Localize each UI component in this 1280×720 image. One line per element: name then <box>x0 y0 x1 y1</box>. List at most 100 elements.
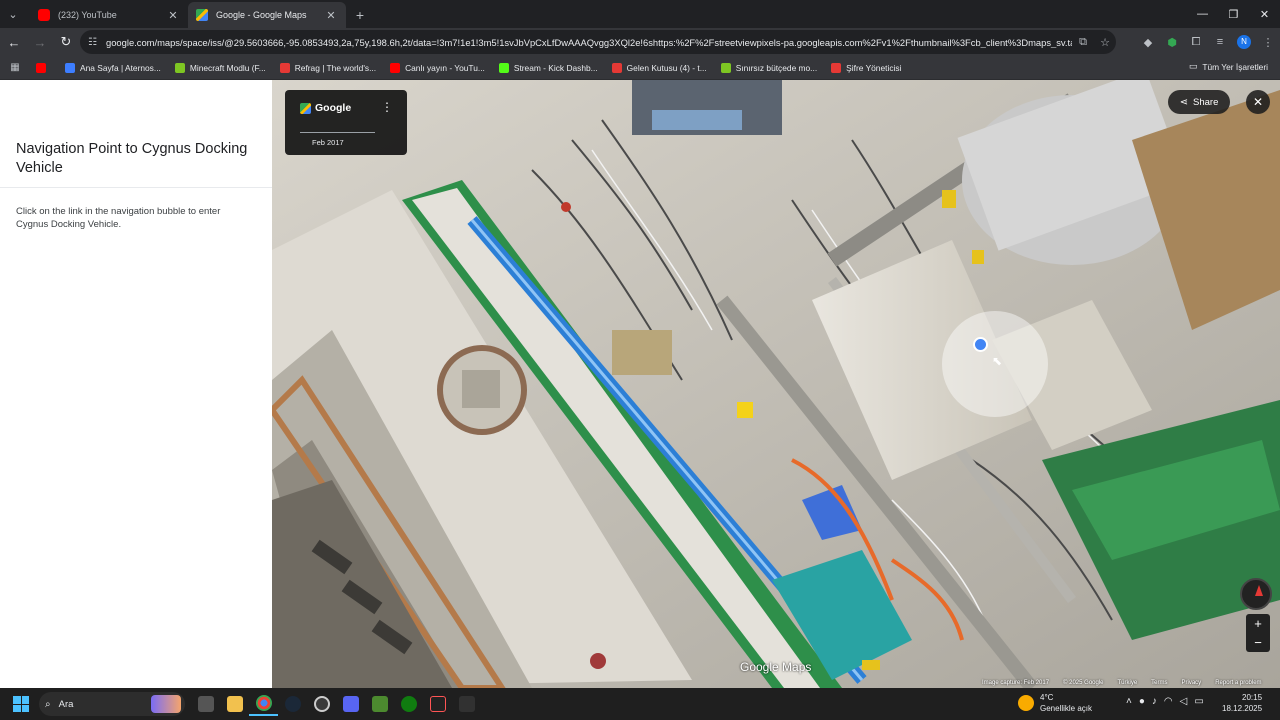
steam-icon[interactable] <box>278 692 307 716</box>
back-icon[interactable]: ← <box>2 30 26 54</box>
region-link[interactable]: Türkiye <box>1118 680 1138 688</box>
close-window-icon[interactable]: ✕ <box>1249 0 1280 28</box>
zoom-in-button[interactable]: + <box>1246 614 1270 633</box>
imagery-info-card[interactable]: Google ⋮ Feb 2017 <box>285 90 407 155</box>
system-clock[interactable]: 20:15 18.12.2025 <box>1222 692 1262 714</box>
attribution-bar: Image capture: Feb 2017 © 2025 Google Tü… <box>982 680 1262 688</box>
youtube-icon <box>38 9 50 21</box>
navigation-point-marker[interactable] <box>973 337 988 352</box>
weather-widget[interactable]: 4°C Genellikle açık <box>1018 692 1092 714</box>
extension-shield-icon[interactable]: ⬢ <box>1160 36 1184 49</box>
compass-needle <box>1255 585 1263 596</box>
bookmark-favicon-icon <box>720 62 731 73</box>
forward-icon[interactable]: → <box>28 30 52 54</box>
file-explorer-icon[interactable] <box>220 692 249 716</box>
bookmark-item[interactable]: Stream - Kick Dashb... <box>498 62 598 73</box>
bookmark-item[interactable]: Ana Sayfa | Aternos... <box>65 62 161 73</box>
bookmark-star-icon[interactable]: ☆ <box>1094 36 1116 49</box>
terminal-icon[interactable] <box>423 692 452 716</box>
bookmark-label: Minecraft Modlu (F... <box>189 62 266 73</box>
bookmark-item[interactable]: Sınırsız bütçede mo... <box>720 62 817 73</box>
bookmark-favicon-icon <box>65 62 75 73</box>
wifi-icon[interactable]: ◠ <box>1164 696 1173 707</box>
folder-icon: ▭ <box>1188 61 1198 71</box>
bookmark-label: Gelen Kutusu (4) - t... <box>626 62 707 73</box>
share-label: Share <box>1193 96 1219 108</box>
menu-kebab-icon[interactable]: ⋮ <box>1256 36 1280 49</box>
bookmark-label: Canlı yayın - YouTu... <box>405 62 485 73</box>
extensions-area: ◆ ⬢ ⧠ ≡ N ⋮ <box>1136 28 1280 56</box>
tab-search-chevron-icon[interactable]: ⌄ <box>0 0 26 28</box>
bookmark-label: Refrag | The world's... <box>294 62 377 73</box>
zoom-control: + − <box>1246 614 1270 652</box>
extensions-puzzle-icon[interactable]: ⧠ <box>1184 36 1208 49</box>
apps-grid-icon[interactable]: ▦ <box>2 62 28 73</box>
image-capture-credit: Image capture: Feb 2017 <box>982 680 1050 686</box>
minecraft-icon[interactable] <box>365 692 394 716</box>
bookmark-item[interactable]: Minecraft Modlu (F... <box>174 62 266 73</box>
close-street-view-icon[interactable]: ✕ <box>1246 90 1270 114</box>
terms-link[interactable]: Terms <box>1151 680 1167 688</box>
extension-diamond-icon[interactable]: ◆ <box>1136 36 1160 49</box>
bookmark-item[interactable]: Refrag | The world's... <box>279 62 377 73</box>
epic-games-icon[interactable] <box>452 692 481 716</box>
obs-icon[interactable] <box>307 692 336 716</box>
reload-icon[interactable]: ↻ <box>54 30 78 54</box>
install-app-icon[interactable]: ⧉ <box>1072 36 1094 49</box>
battery-icon[interactable]: ▭ <box>1194 696 1203 707</box>
media-control-icon[interactable]: ≡ <box>1208 36 1232 48</box>
share-icon: ⋖ <box>1179 96 1189 108</box>
zoom-out-button[interactable]: − <box>1246 633 1270 652</box>
bookmark-item[interactable]: Canlı yayın - YouTu... <box>390 62 485 73</box>
bookmark-favicon-icon <box>831 62 842 73</box>
capture-date: Feb 2017 <box>312 138 344 147</box>
divider <box>0 187 272 188</box>
google-maps-pin-icon <box>300 103 311 114</box>
volume-icon[interactable]: ◁ <box>1180 696 1188 707</box>
discord-icon[interactable] <box>336 692 365 716</box>
address-bar[interactable]: ☷ google.com/maps/space/iss/@29.5603666,… <box>80 30 1116 54</box>
search-label: Ara <box>58 698 74 710</box>
chrome-icon[interactable] <box>249 692 278 716</box>
close-tab-icon[interactable]: ✕ <box>324 9 338 22</box>
profile-avatar[interactable]: N <box>1237 35 1251 49</box>
google-maps-watermark: Google Maps <box>740 660 812 674</box>
new-tab-button[interactable]: + <box>346 2 374 28</box>
divider <box>300 132 375 133</box>
bookmark-item[interactable]: Şifre Yöneticisi <box>831 62 902 73</box>
bookmarks-bar: ▦ Ana Sayfa | Aternos... Minecraft Modlu … <box>0 56 1280 80</box>
privacy-link[interactable]: Privacy <box>1182 680 1202 688</box>
share-button[interactable]: ⋖ Share <box>1168 90 1230 114</box>
report-problem-link[interactable]: Report a problem <box>1215 680 1261 688</box>
tab-title: (232) YouTube <box>58 10 117 20</box>
all-bookmarks-button[interactable]: ▭ Tüm Yer İşaretleri <box>1189 61 1268 72</box>
task-view-icon[interactable] <box>191 692 220 716</box>
close-tab-icon[interactable]: ✕ <box>166 9 180 22</box>
tray-app-icon[interactable]: ● <box>1139 696 1145 707</box>
microphone-icon[interactable]: ♪ <box>1152 696 1157 707</box>
compass-icon[interactable] <box>1240 578 1272 610</box>
restore-icon[interactable]: ❐ <box>1218 0 1249 28</box>
url-text[interactable]: google.com/maps/space/iss/@29.5603666,-9… <box>106 37 1072 48</box>
minimize-icon[interactable]: — <box>1187 0 1218 28</box>
bookmark-favicon-icon <box>36 62 46 73</box>
tab-google-maps[interactable]: Google - Google Maps ✕ <box>188 2 346 28</box>
more-options-icon[interactable]: ⋮ <box>381 100 393 114</box>
taskbar-search[interactable]: ⌕ Ara <box>39 692 185 716</box>
xbox-icon[interactable] <box>394 692 423 716</box>
site-info-icon[interactable]: ☷ <box>88 37 104 48</box>
tab-youtube[interactable]: (232) YouTube ✕ <box>30 2 188 28</box>
bookmark-item[interactable]: Gelen Kutusu (4) - t... <box>611 62 707 73</box>
place-title: Navigation Point to Cygnus Docking Vehic… <box>16 141 248 176</box>
street-view-panorama[interactable]: Google ⋮ Feb 2017 ⋖ Share ✕ ⬉ + − Google… <box>272 80 1280 688</box>
bookmark-label: Şifre Yöneticisi <box>846 62 902 73</box>
google-maps-icon <box>196 9 208 21</box>
windows-start-icon[interactable] <box>13 696 29 712</box>
weather-description: Genellikle açık <box>1040 704 1093 713</box>
weather-sun-icon <box>1018 695 1034 711</box>
bookmark-item[interactable] <box>36 62 51 73</box>
show-hidden-icons-chevron-icon[interactable]: ˄ <box>1126 696 1132 707</box>
mouse-cursor-icon: ⬉ <box>992 354 1003 368</box>
bookmark-favicon-icon <box>611 62 622 73</box>
info-side-panel: Navigation Point to Cygnus Docking Vehic… <box>0 80 272 688</box>
